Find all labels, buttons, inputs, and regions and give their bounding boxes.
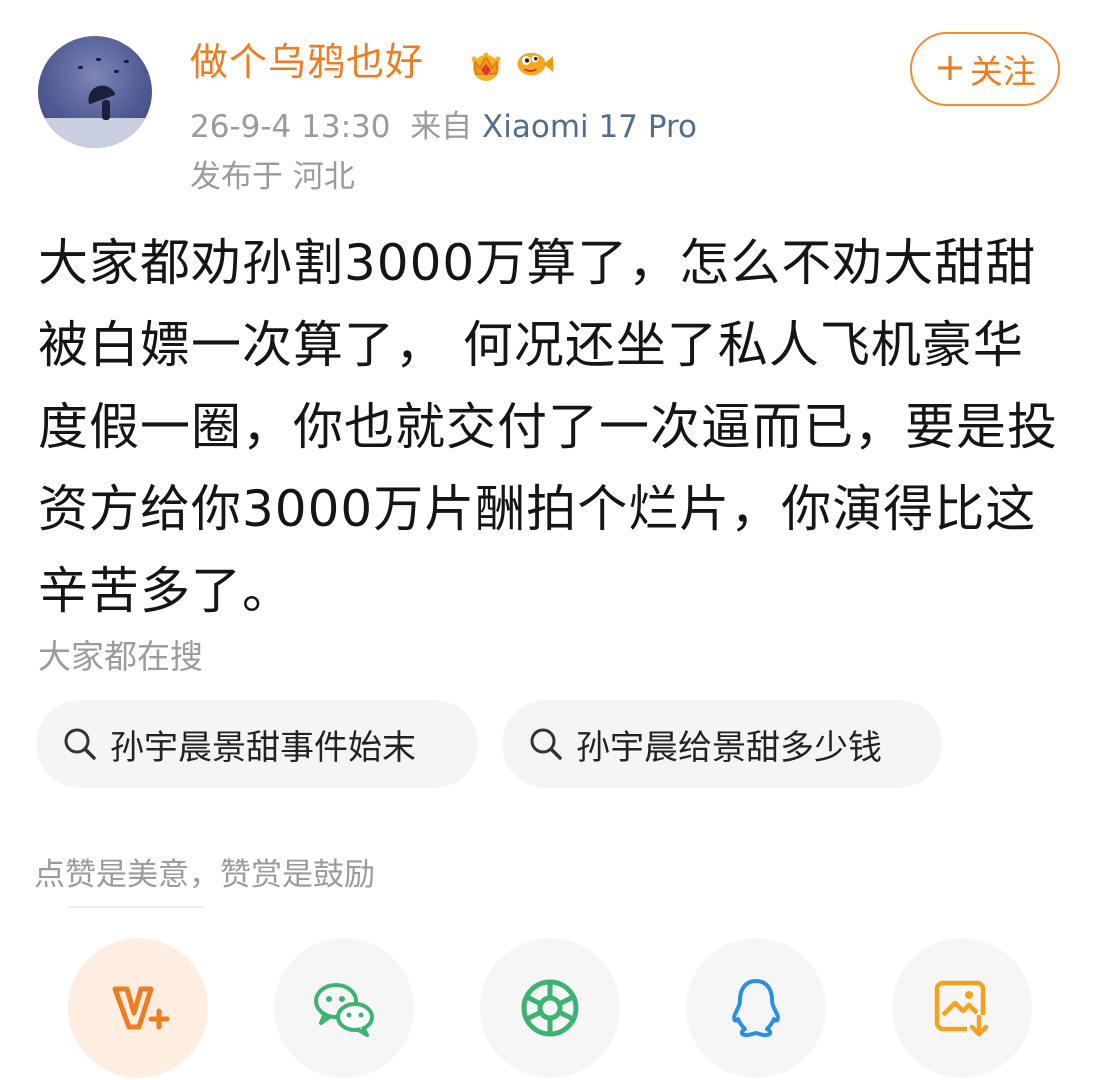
avatar-figure <box>102 100 110 120</box>
vplus-icon <box>112 986 170 1030</box>
post-meta: 26-9-4 13:30 来自 Xiaomi 17 Pro <box>190 106 697 148</box>
crown-badge-icon[interactable] <box>466 44 506 84</box>
search-chip-label: 孙宇晨给景甜多少钱 <box>576 727 882 768</box>
location-name: 河北 <box>292 159 355 195</box>
save-image-icon <box>934 980 991 1037</box>
fish-badge-icon[interactable] <box>514 44 554 84</box>
follow-label: 关注 <box>969 52 1036 91</box>
username[interactable]: 做个乌鸦也好 <box>190 36 424 88</box>
source-prefix: 来自 <box>410 109 473 145</box>
search-chip[interactable]: 孙宇晨景甜事件始末 <box>36 700 478 788</box>
follow-button[interactable]: + 关注 <box>910 32 1060 106</box>
avatar[interactable] <box>38 36 152 148</box>
search-chip[interactable]: 孙宇晨给景甜多少钱 <box>502 700 942 788</box>
device-link[interactable]: Xiaomi 17 Pro <box>482 109 697 145</box>
post-location: 发布于 河北 <box>190 156 355 198</box>
wechat-icon <box>314 983 374 1037</box>
share-moments-button[interactable] <box>480 938 620 1078</box>
search-section-title: 大家都在搜 <box>38 637 203 676</box>
moments-icon <box>521 979 579 1037</box>
search-icon <box>530 728 562 760</box>
share-save-image-button[interactable] <box>892 938 1032 1078</box>
avatar-ground <box>38 118 152 148</box>
search-icon <box>64 728 96 760</box>
avatar-bird <box>78 66 83 69</box>
tip-divider <box>68 906 204 908</box>
share-qq-button[interactable] <box>686 938 826 1078</box>
reward-hint: 点赞是美意，赞赏是鼓励 <box>34 857 375 893</box>
post-text: 大家都劝孙割3000万算了，怎么不劝大甜甜被白嫖一次算了， 何况还坐了私人飞机豪… <box>38 234 1058 620</box>
post-timestamp: 26-9-4 13:30 <box>190 109 391 145</box>
search-chip-label: 孙宇晨景甜事件始末 <box>110 727 416 768</box>
location-prefix: 发布于 <box>190 159 283 195</box>
share-wechat-button[interactable] <box>274 938 414 1078</box>
avatar-bird <box>124 60 129 63</box>
qq-icon <box>732 979 780 1037</box>
avatar-bird <box>96 58 101 61</box>
avatar-bird <box>114 70 119 73</box>
avatar-umbrella <box>84 81 116 105</box>
share-vplus-button[interactable] <box>68 938 208 1078</box>
plus-icon: + <box>934 45 966 89</box>
